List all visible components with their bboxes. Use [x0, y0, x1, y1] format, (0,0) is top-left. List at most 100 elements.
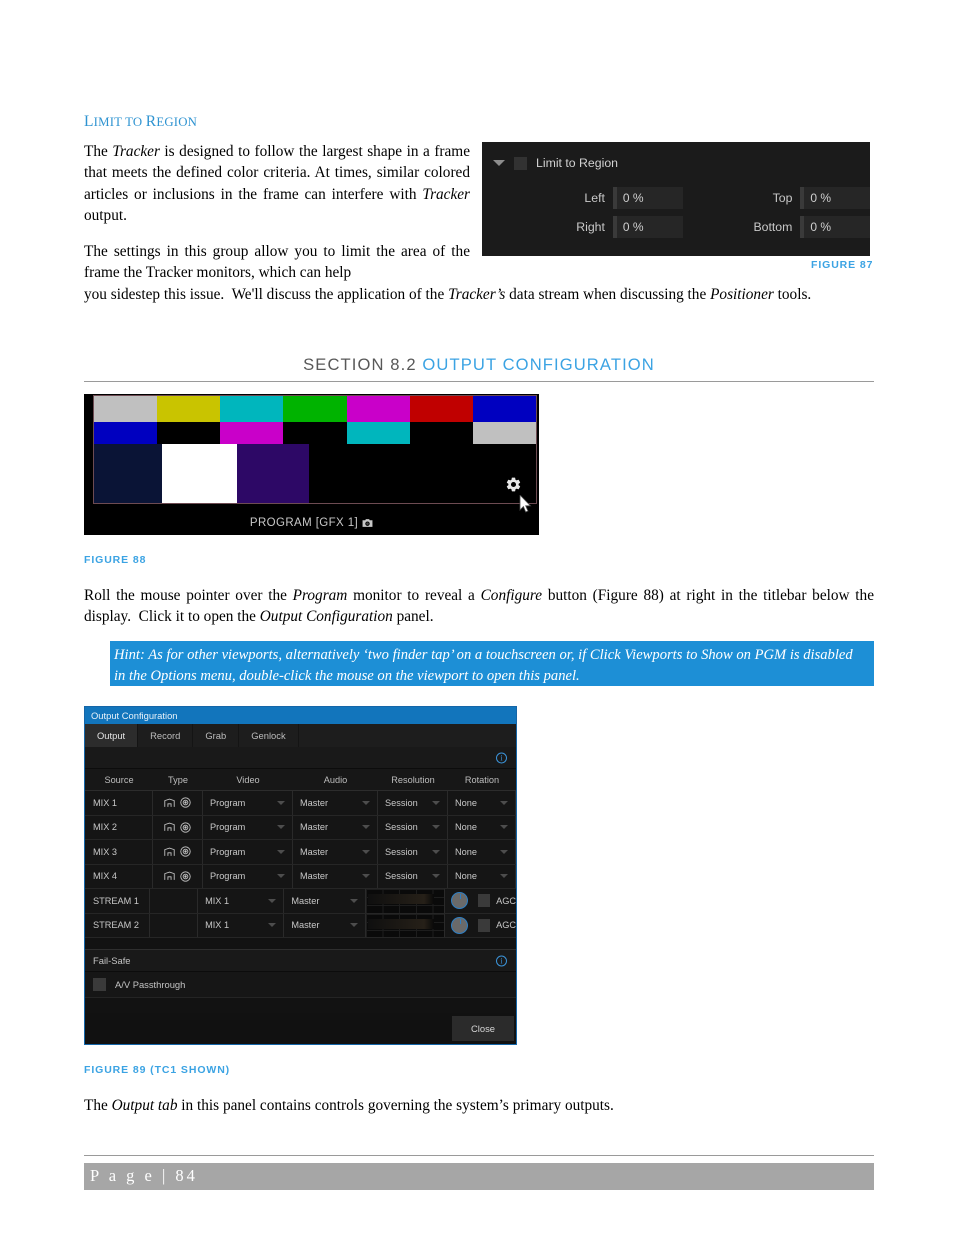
- table-row[interactable]: MIX 4 Program Master Session None: [85, 864, 516, 889]
- gain-knob-wrap[interactable]: [445, 889, 474, 913]
- table-row[interactable]: STREAM 2 MIX 1 Master AGC: [85, 913, 516, 938]
- row-rotation-dropdown[interactable]: None: [448, 840, 516, 864]
- close-button[interactable]: Close: [452, 1016, 514, 1041]
- chevron-down-icon[interactable]: [500, 800, 508, 805]
- colorbar-top-1: [157, 396, 221, 422]
- row-video-dropdown[interactable]: Program: [203, 840, 293, 864]
- row-audio-dropdown[interactable]: Master: [293, 840, 378, 864]
- chevron-down-icon[interactable]: [432, 849, 440, 854]
- chevron-down-icon[interactable]: [349, 923, 358, 928]
- panel-tabs[interactable]: Output Record Grab Genlock: [85, 724, 516, 747]
- row-type-icons[interactable]: [153, 791, 203, 815]
- tab-genlock[interactable]: Genlock: [239, 724, 299, 747]
- monitor-icon[interactable]: [164, 871, 175, 881]
- av-passthrough-checkbox[interactable]: [93, 978, 106, 991]
- av-passthrough-row[interactable]: A/V Passthrough: [85, 972, 516, 998]
- colorbar-top-3: [283, 396, 347, 422]
- tab-record[interactable]: Record: [138, 724, 194, 747]
- footer-bar: [84, 1163, 874, 1190]
- row-video-dropdown[interactable]: MIX 1: [198, 889, 285, 913]
- field-row-left-top: Left 0 % Top 0 %: [482, 186, 870, 210]
- record-icon[interactable]: [180, 871, 191, 882]
- tab-grab[interactable]: Grab: [193, 724, 240, 747]
- program-monitor-viewport[interactable]: [93, 395, 537, 504]
- bottom-field-input[interactable]: 0 %: [800, 216, 870, 238]
- failsafe-info-icon[interactable]: i: [496, 955, 507, 966]
- chevron-down-icon[interactable]: [362, 800, 370, 805]
- row-resolution-dropdown[interactable]: Session: [378, 815, 448, 839]
- row-video-dropdown[interactable]: Program: [203, 864, 293, 888]
- row-type-icons[interactable]: [153, 815, 203, 839]
- chevron-down-icon[interactable]: [362, 825, 370, 830]
- chevron-down-icon[interactable]: [362, 849, 370, 854]
- chevron-down-icon[interactable]: [349, 898, 358, 903]
- monitor-icon[interactable]: [164, 822, 175, 832]
- chevron-down-icon[interactable]: [500, 825, 508, 830]
- chevron-down-icon[interactable]: [500, 874, 508, 879]
- agc-checkbox[interactable]: [477, 894, 491, 908]
- row-audio-dropdown[interactable]: Master: [284, 913, 366, 937]
- chevron-down-icon[interactable]: [362, 874, 370, 879]
- row-audio-dropdown[interactable]: Master: [293, 815, 378, 839]
- chevron-down-icon[interactable]: [277, 874, 285, 879]
- output-configuration-panel[interactable]: Output Configuration Output Record Grab Gen…: [84, 706, 517, 1045]
- record-icon[interactable]: [180, 797, 191, 808]
- row-rotation-dropdown[interactable]: None: [448, 791, 516, 815]
- chevron-down-icon[interactable]: [277, 825, 285, 830]
- chevron-down-icon[interactable]: [432, 800, 440, 805]
- column-header-rotation: Rotation: [464, 774, 500, 785]
- row-rotation-dropdown[interactable]: None: [448, 864, 516, 888]
- row-type-icons[interactable]: [153, 864, 203, 888]
- paragraph-2-column: The settings in this group allow you to …: [84, 243, 470, 282]
- info-icon[interactable]: i: [496, 752, 507, 763]
- tab-output[interactable]: Output: [85, 724, 139, 747]
- limit-to-region-panel[interactable]: Limit to Region Left 0 % Top 0 % Right 0…: [482, 142, 870, 256]
- row-video-dropdown[interactable]: MIX 1: [198, 913, 285, 937]
- row-resolution-dropdown[interactable]: Session: [378, 840, 448, 864]
- table-row[interactable]: MIX 2 Program Master Session None: [85, 815, 516, 840]
- monitor-icon[interactable]: [164, 798, 175, 808]
- row-audio-dropdown[interactable]: Master: [293, 864, 378, 888]
- camera-icon[interactable]: [362, 518, 373, 528]
- chevron-down-icon[interactable]: [432, 874, 440, 879]
- row-source: STREAM 1: [85, 889, 151, 913]
- left-field-input[interactable]: 0 %: [612, 187, 683, 209]
- row-video-dropdown[interactable]: Program: [203, 815, 293, 839]
- table-row[interactable]: MIX 3 Program Master Session None: [85, 840, 516, 865]
- column-header-source: Source: [104, 774, 134, 785]
- table-row[interactable]: MIX 1 Program Master Session None: [85, 791, 516, 816]
- row-source: STREAM 2: [85, 913, 151, 937]
- row-video-dropdown[interactable]: Program: [203, 791, 293, 815]
- row-audio-dropdown[interactable]: Master: [284, 889, 366, 913]
- chevron-down-icon[interactable]: [277, 849, 285, 854]
- chevron-down-icon[interactable]: [432, 825, 440, 830]
- program-monitor-figure[interactable]: PROGRAM [GFX 1]: [84, 394, 539, 535]
- row-resolution-dropdown[interactable]: Session: [378, 791, 448, 815]
- row-rotation-dropdown[interactable]: None: [448, 815, 516, 839]
- row-audio-dropdown[interactable]: Master: [293, 791, 378, 815]
- colorbar-top-6: [472, 396, 536, 422]
- audio-level-meter: [365, 889, 446, 913]
- agc-checkbox[interactable]: [477, 918, 491, 932]
- failsafe-section-header: Fail-Safe i: [85, 949, 516, 972]
- right-field-input[interactable]: 0 %: [612, 216, 683, 238]
- chevron-down-icon[interactable]: [268, 898, 277, 903]
- chevron-down-icon[interactable]: [493, 160, 505, 166]
- chevron-down-icon[interactable]: [500, 849, 508, 854]
- record-icon[interactable]: [180, 846, 191, 857]
- monitor-icon[interactable]: [164, 847, 175, 857]
- record-icon[interactable]: [180, 822, 191, 833]
- gear-icon[interactable]: [505, 476, 522, 493]
- top-field-input[interactable]: 0 %: [800, 187, 870, 209]
- output-info-row: i: [85, 747, 516, 769]
- limit-to-region-checkbox[interactable]: [514, 156, 527, 170]
- chevron-down-icon[interactable]: [268, 923, 277, 928]
- row-type-icons[interactable]: [153, 840, 203, 864]
- limit-to-region-header[interactable]: Limit to Region: [482, 152, 870, 174]
- chevron-down-icon[interactable]: [277, 800, 285, 805]
- row-resolution-dropdown[interactable]: Session: [378, 864, 448, 888]
- limit-to-region-fields: Left 0 % Top 0 % Right 0 % Bottom 0 %: [482, 186, 870, 244]
- column-header-type: Type: [168, 774, 188, 785]
- gain-knob-wrap[interactable]: [445, 914, 474, 938]
- table-row[interactable]: STREAM 1 MIX 1 Master AGC: [85, 889, 516, 914]
